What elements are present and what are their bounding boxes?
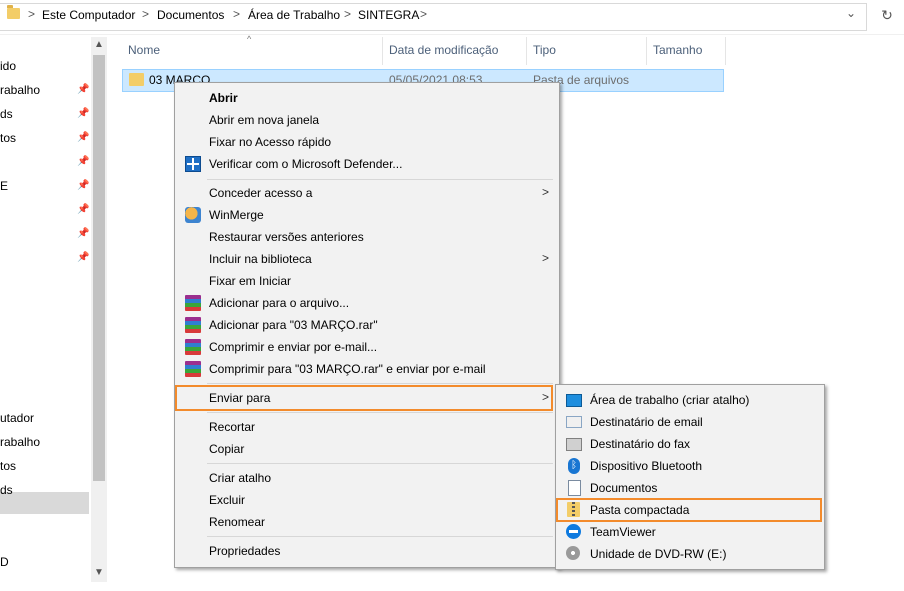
chevron-right-icon[interactable]: > — [28, 7, 35, 21]
column-divider[interactable] — [382, 37, 383, 65]
menu-separator — [207, 383, 553, 384]
menu-item-recortar[interactable]: Recortar — [177, 416, 557, 438]
nav-item[interactable]: E — [0, 175, 8, 197]
pin-icon: 📌 — [77, 84, 90, 95]
pin-icon: 📌 — [77, 108, 90, 119]
menu-item-verificar-defender[interactable]: Verificar com o Microsoft Defender... — [177, 153, 557, 175]
nav-item[interactable]: ds — [0, 103, 13, 125]
menu-item-incluir-biblioteca[interactable]: Incluir na biblioteca > — [177, 248, 557, 270]
documents-icon — [568, 480, 581, 496]
address-bar[interactable]: > Este Computador > Documentos > Área de… — [0, 0, 904, 35]
pin-icon: 📌 — [77, 252, 90, 263]
winrar-icon — [185, 317, 201, 333]
scroll-up-icon[interactable]: ▲ — [94, 39, 104, 50]
menu-item-abrir[interactable]: Abrir — [177, 87, 557, 109]
menu-item-adicionar-arquivo[interactable]: Adicionar para o arquivo... — [177, 292, 557, 314]
chevron-right-icon: > — [541, 251, 549, 265]
scrollbar-thumb[interactable] — [93, 55, 105, 481]
highlight-enviar-para — [175, 385, 553, 411]
column-header-size[interactable]: Tamanho — [653, 43, 702, 57]
pin-icon: 📌 — [77, 132, 90, 143]
defender-shield-icon — [185, 156, 201, 172]
column-header-name[interactable]: Nome — [128, 43, 160, 57]
folder-icon — [7, 5, 20, 19]
column-header-date[interactable]: Data de modificação — [389, 43, 498, 57]
menu-item-comprimir-email[interactable]: Comprimir e enviar por e-mail... — [177, 336, 557, 358]
menu-item-propriedades[interactable]: Propriedades — [177, 540, 557, 562]
bluetooth-icon: ᛒ — [568, 458, 580, 474]
sendto-teamviewer[interactable]: TeamViewer — [558, 521, 822, 543]
winrar-icon — [185, 295, 201, 311]
folder-icon — [129, 73, 144, 86]
chevron-right-icon: > — [541, 185, 549, 199]
menu-item-copiar[interactable]: Copiar — [177, 438, 557, 460]
sendto-bluetooth[interactable]: ᛒ Dispositivo Bluetooth — [558, 455, 822, 477]
menu-item-excluir[interactable]: Excluir — [177, 489, 557, 511]
menu-item-abrir-nova-janela[interactable]: Abrir em nova janela — [177, 109, 557, 131]
dvd-drive-icon — [566, 546, 580, 560]
menu-item-criar-atalho[interactable]: Criar atalho — [177, 467, 557, 489]
menu-separator — [207, 536, 553, 537]
nav-item[interactable]: tos — [0, 127, 16, 149]
menu-item-restaurar-versoes[interactable]: Restaurar versões anteriores — [177, 226, 557, 248]
menu-item-winmerge[interactable]: WinMerge — [177, 204, 557, 226]
nav-scrollbar[interactable]: ▲ ▼ — [91, 37, 107, 582]
nav-item[interactable]: rabalho — [0, 431, 40, 453]
sendto-fax-recipient[interactable]: Destinatário do fax — [558, 433, 822, 455]
chevron-right-icon[interactable]: > — [344, 7, 351, 21]
fax-icon — [566, 438, 582, 451]
column-divider[interactable] — [725, 37, 726, 65]
column-header-type[interactable]: Tipo — [533, 43, 556, 57]
nav-item[interactable]: ds — [0, 479, 13, 501]
breadcrumb-documentos[interactable]: Documentos — [157, 8, 224, 22]
sendto-documents[interactable]: Documentos — [558, 477, 822, 499]
chevron-right-icon[interactable]: > — [142, 7, 149, 21]
breadcrumb-este-computador[interactable]: Este Computador — [42, 8, 135, 22]
breadcrumb-sintegra[interactable]: SINTEGRA — [358, 8, 419, 22]
menu-separator — [207, 412, 553, 413]
nav-item[interactable]: D — [0, 551, 9, 573]
winrar-icon — [185, 361, 201, 377]
sendto-dvd-drive[interactable]: Unidade de DVD-RW (E:) — [558, 543, 822, 565]
menu-item-renomear[interactable]: Renomear — [177, 511, 557, 533]
chevron-right-icon[interactable]: > — [233, 7, 240, 21]
context-menu: Abrir Abrir em nova janela Fixar no Aces… — [174, 82, 560, 568]
column-divider[interactable] — [526, 37, 527, 65]
menu-separator — [207, 179, 553, 180]
scroll-down-icon[interactable]: ▼ — [94, 567, 104, 578]
chevron-right-icon[interactable]: > — [420, 7, 427, 21]
breadcrumb-area-de-trabalho[interactable]: Área de Trabalho — [248, 8, 340, 22]
winrar-icon — [185, 339, 201, 355]
nav-item[interactable]: ido — [0, 55, 16, 77]
menu-item-fixar-acesso-rapido[interactable]: Fixar no Acesso rápido — [177, 131, 557, 153]
refresh-icon[interactable]: ↻ — [877, 5, 897, 25]
nav-item-selected[interactable]: tos — [0, 455, 16, 477]
mail-icon — [566, 416, 582, 428]
highlight-pasta-compactada — [556, 498, 822, 522]
nav-selection — [0, 492, 89, 514]
send-to-menu: Área de trabalho (criar atalho) Destinat… — [555, 384, 825, 570]
chevron-down-icon[interactable]: ⌄ — [846, 6, 856, 20]
teamviewer-icon — [566, 524, 581, 539]
pin-icon: 📌 — [77, 228, 90, 239]
menu-item-adicionar-rar[interactable]: Adicionar para "03 MARÇO.rar" — [177, 314, 557, 336]
menu-item-conceder-acesso[interactable]: Conceder acesso a > — [177, 182, 557, 204]
menu-item-fixar-iniciar[interactable]: Fixar em Iniciar — [177, 270, 557, 292]
column-divider[interactable] — [646, 37, 647, 65]
pin-icon: 📌 — [77, 156, 90, 167]
sendto-mail-recipient[interactable]: Destinatário de email — [558, 411, 822, 433]
nav-item[interactable]: rabalho — [0, 79, 40, 101]
pin-icon: 📌 — [77, 180, 90, 191]
menu-separator — [207, 463, 553, 464]
menu-item-comprimir-rar-email[interactable]: Comprimir para "03 MARÇO.rar" e enviar p… — [177, 358, 557, 380]
desktop-icon — [566, 394, 582, 407]
sort-ascending-icon: ^ — [247, 34, 252, 44]
sendto-desktop[interactable]: Área de trabalho (criar atalho) — [558, 389, 822, 411]
nav-item[interactable]: utador — [0, 407, 34, 429]
pin-icon: 📌 — [77, 204, 90, 215]
winmerge-icon — [185, 207, 201, 223]
